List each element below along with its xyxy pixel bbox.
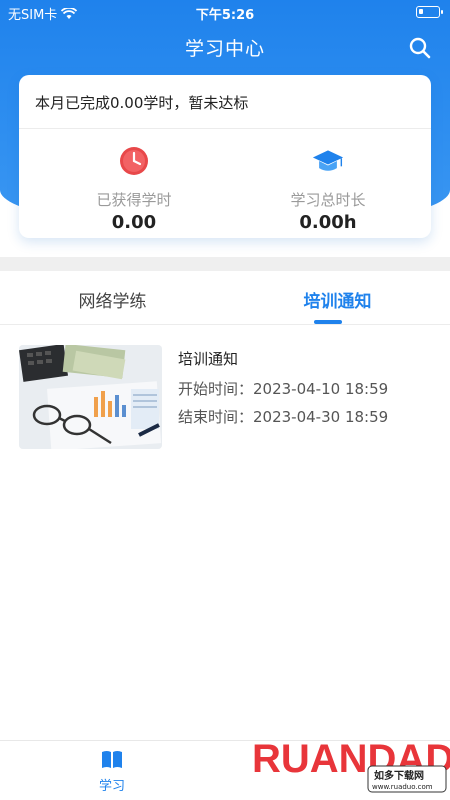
notice-thumbnail bbox=[19, 345, 162, 449]
search-icon[interactable] bbox=[408, 36, 432, 60]
tab-training-notice[interactable]: 培训通知 bbox=[225, 287, 450, 312]
notice-title: 培训通知 bbox=[178, 350, 239, 368]
svg-text:www.ruaduo.com: www.ruaduo.com bbox=[372, 783, 433, 791]
bottom-tab-study[interactable]: 学习 bbox=[82, 749, 142, 794]
divider bbox=[19, 128, 431, 129]
earned-hours-label: 已获得学时 bbox=[96, 191, 172, 209]
total-duration-label: 学习总时长 bbox=[290, 191, 366, 209]
page-title: 学习中心 bbox=[184, 38, 265, 60]
battery-icon bbox=[416, 6, 443, 18]
clock-icon bbox=[120, 147, 148, 175]
svg-text:如多下载网: 如多下载网 bbox=[374, 769, 424, 782]
bottom-tab-label: 学习 bbox=[98, 779, 125, 794]
watermark-logo: RUANDADO 如多下载网 www.ruaduo.com bbox=[250, 722, 450, 800]
notice-start-time: 开始时间：2023-04-10 18:59 bbox=[178, 380, 389, 398]
tab-bar: 网络学练 培训通知 bbox=[0, 271, 450, 325]
tab-online-practice[interactable]: 网络学练 bbox=[0, 287, 225, 312]
earned-hours-stat: 已获得学时 0.00 bbox=[31, 145, 237, 233]
notice-end-time: 结束时间：2023-04-30 18:59 bbox=[178, 408, 389, 426]
section-separator bbox=[0, 257, 450, 271]
book-icon bbox=[102, 751, 122, 768]
earned-hours-value: 0.00 bbox=[111, 212, 157, 233]
active-tab-indicator bbox=[314, 320, 342, 324]
study-summary-card: 本月已完成0.00学时，暂未达标 已获得学时 0.00 学习总时长 0.00h bbox=[19, 75, 431, 238]
total-duration-stat: 学习总时长 0.00h bbox=[225, 145, 431, 233]
monthly-progress-text: 本月已完成0.00学时，暂未达标 bbox=[35, 94, 249, 112]
graduation-cap-icon bbox=[312, 150, 344, 171]
list-item[interactable]: 培训通知 开始时间：2023-04-10 18:59 结束时间：2023-04-… bbox=[19, 345, 431, 449]
status-time: 下午5:26 bbox=[195, 8, 255, 23]
status-bar: 无SIM卡 下午5:26 bbox=[0, 0, 450, 24]
total-duration-value: 0.00h bbox=[299, 212, 357, 233]
